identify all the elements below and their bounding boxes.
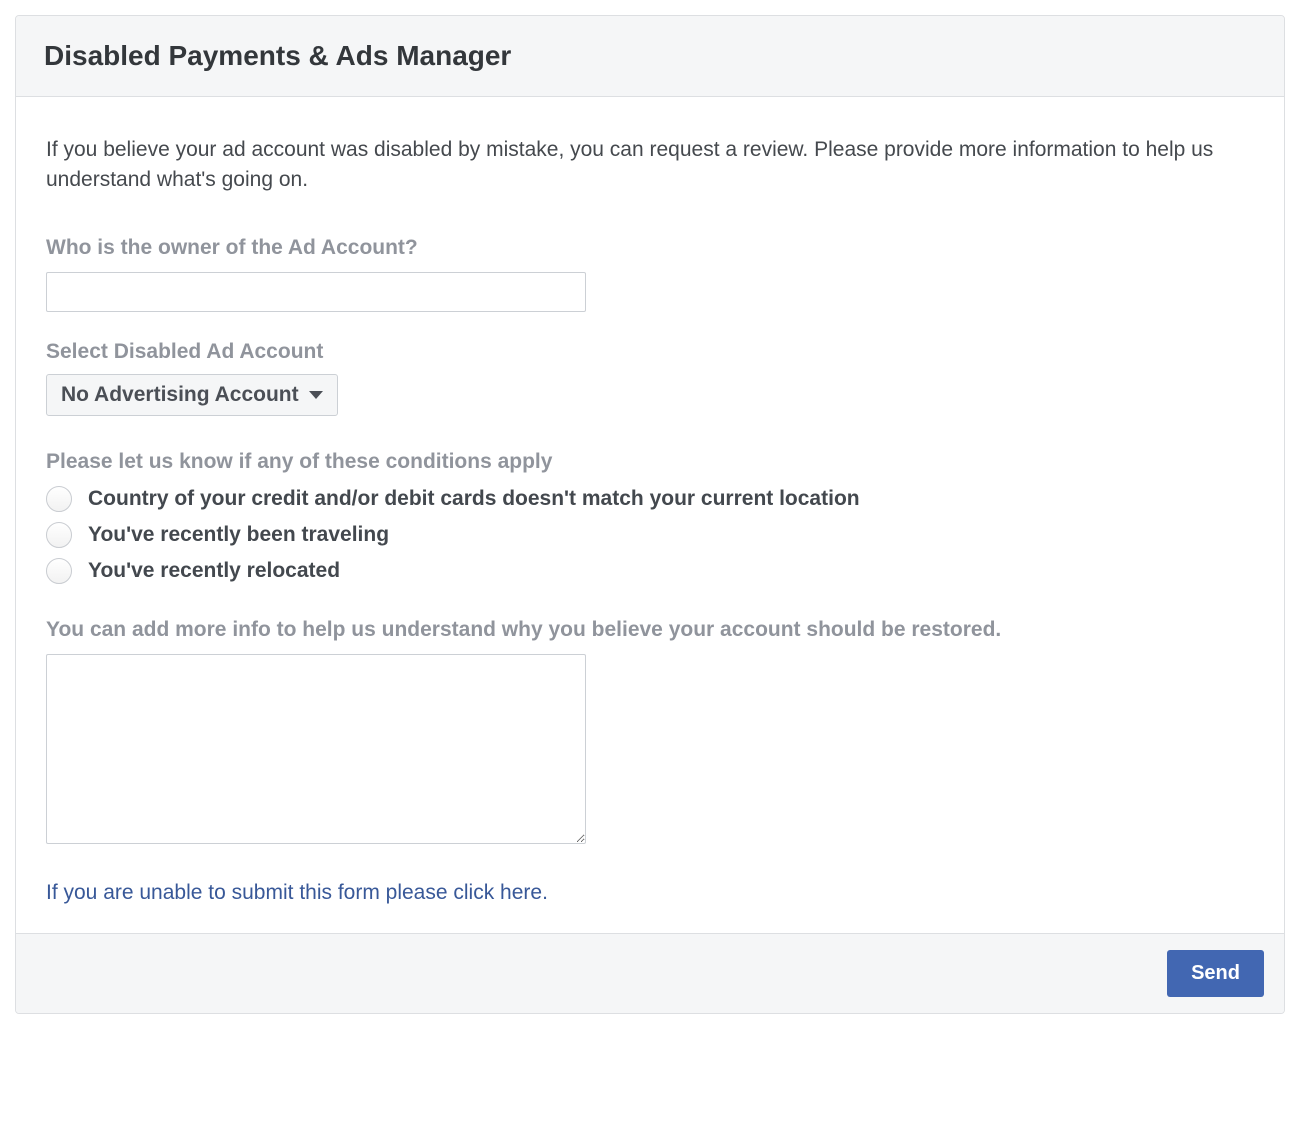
page-title: Disabled Payments & Ads Manager [44, 40, 1256, 72]
account-select-button[interactable]: No Advertising Account [46, 374, 338, 416]
conditions-label: Please let us know if any of these condi… [46, 450, 1254, 474]
radio-label[interactable]: Country of your credit and/or debit card… [88, 487, 860, 511]
account-select-value: No Advertising Account [61, 383, 299, 407]
intro-text: If you believe your ad account was disab… [46, 135, 1254, 196]
radio-label[interactable]: You've recently been traveling [88, 523, 389, 547]
help-link[interactable]: If you are unable to submit this form pl… [46, 881, 548, 905]
radio-relocated[interactable] [46, 558, 72, 584]
radio-country-mismatch[interactable] [46, 486, 72, 512]
account-select-label: Select Disabled Ad Account [46, 340, 1254, 364]
more-info-textarea[interactable] [46, 654, 586, 844]
caret-down-icon [309, 391, 323, 399]
conditions-radio-group: Country of your credit and/or debit card… [46, 486, 1254, 584]
card-header: Disabled Payments & Ads Manager [16, 16, 1284, 97]
account-select-wrap: No Advertising Account [46, 374, 1254, 416]
send-button[interactable]: Send [1167, 950, 1264, 997]
owner-input[interactable] [46, 272, 586, 312]
form-card: Disabled Payments & Ads Manager If you b… [15, 15, 1285, 1014]
condition-row: Country of your credit and/or debit card… [46, 486, 1254, 512]
card-footer: Send [16, 933, 1284, 1013]
card-body: If you believe your ad account was disab… [16, 97, 1284, 933]
more-info-label: You can add more info to help us underst… [46, 618, 1254, 642]
condition-row: You've recently relocated [46, 558, 1254, 584]
condition-row: You've recently been traveling [46, 522, 1254, 548]
radio-traveling[interactable] [46, 522, 72, 548]
radio-label[interactable]: You've recently relocated [88, 559, 340, 583]
owner-label: Who is the owner of the Ad Account? [46, 236, 1254, 260]
